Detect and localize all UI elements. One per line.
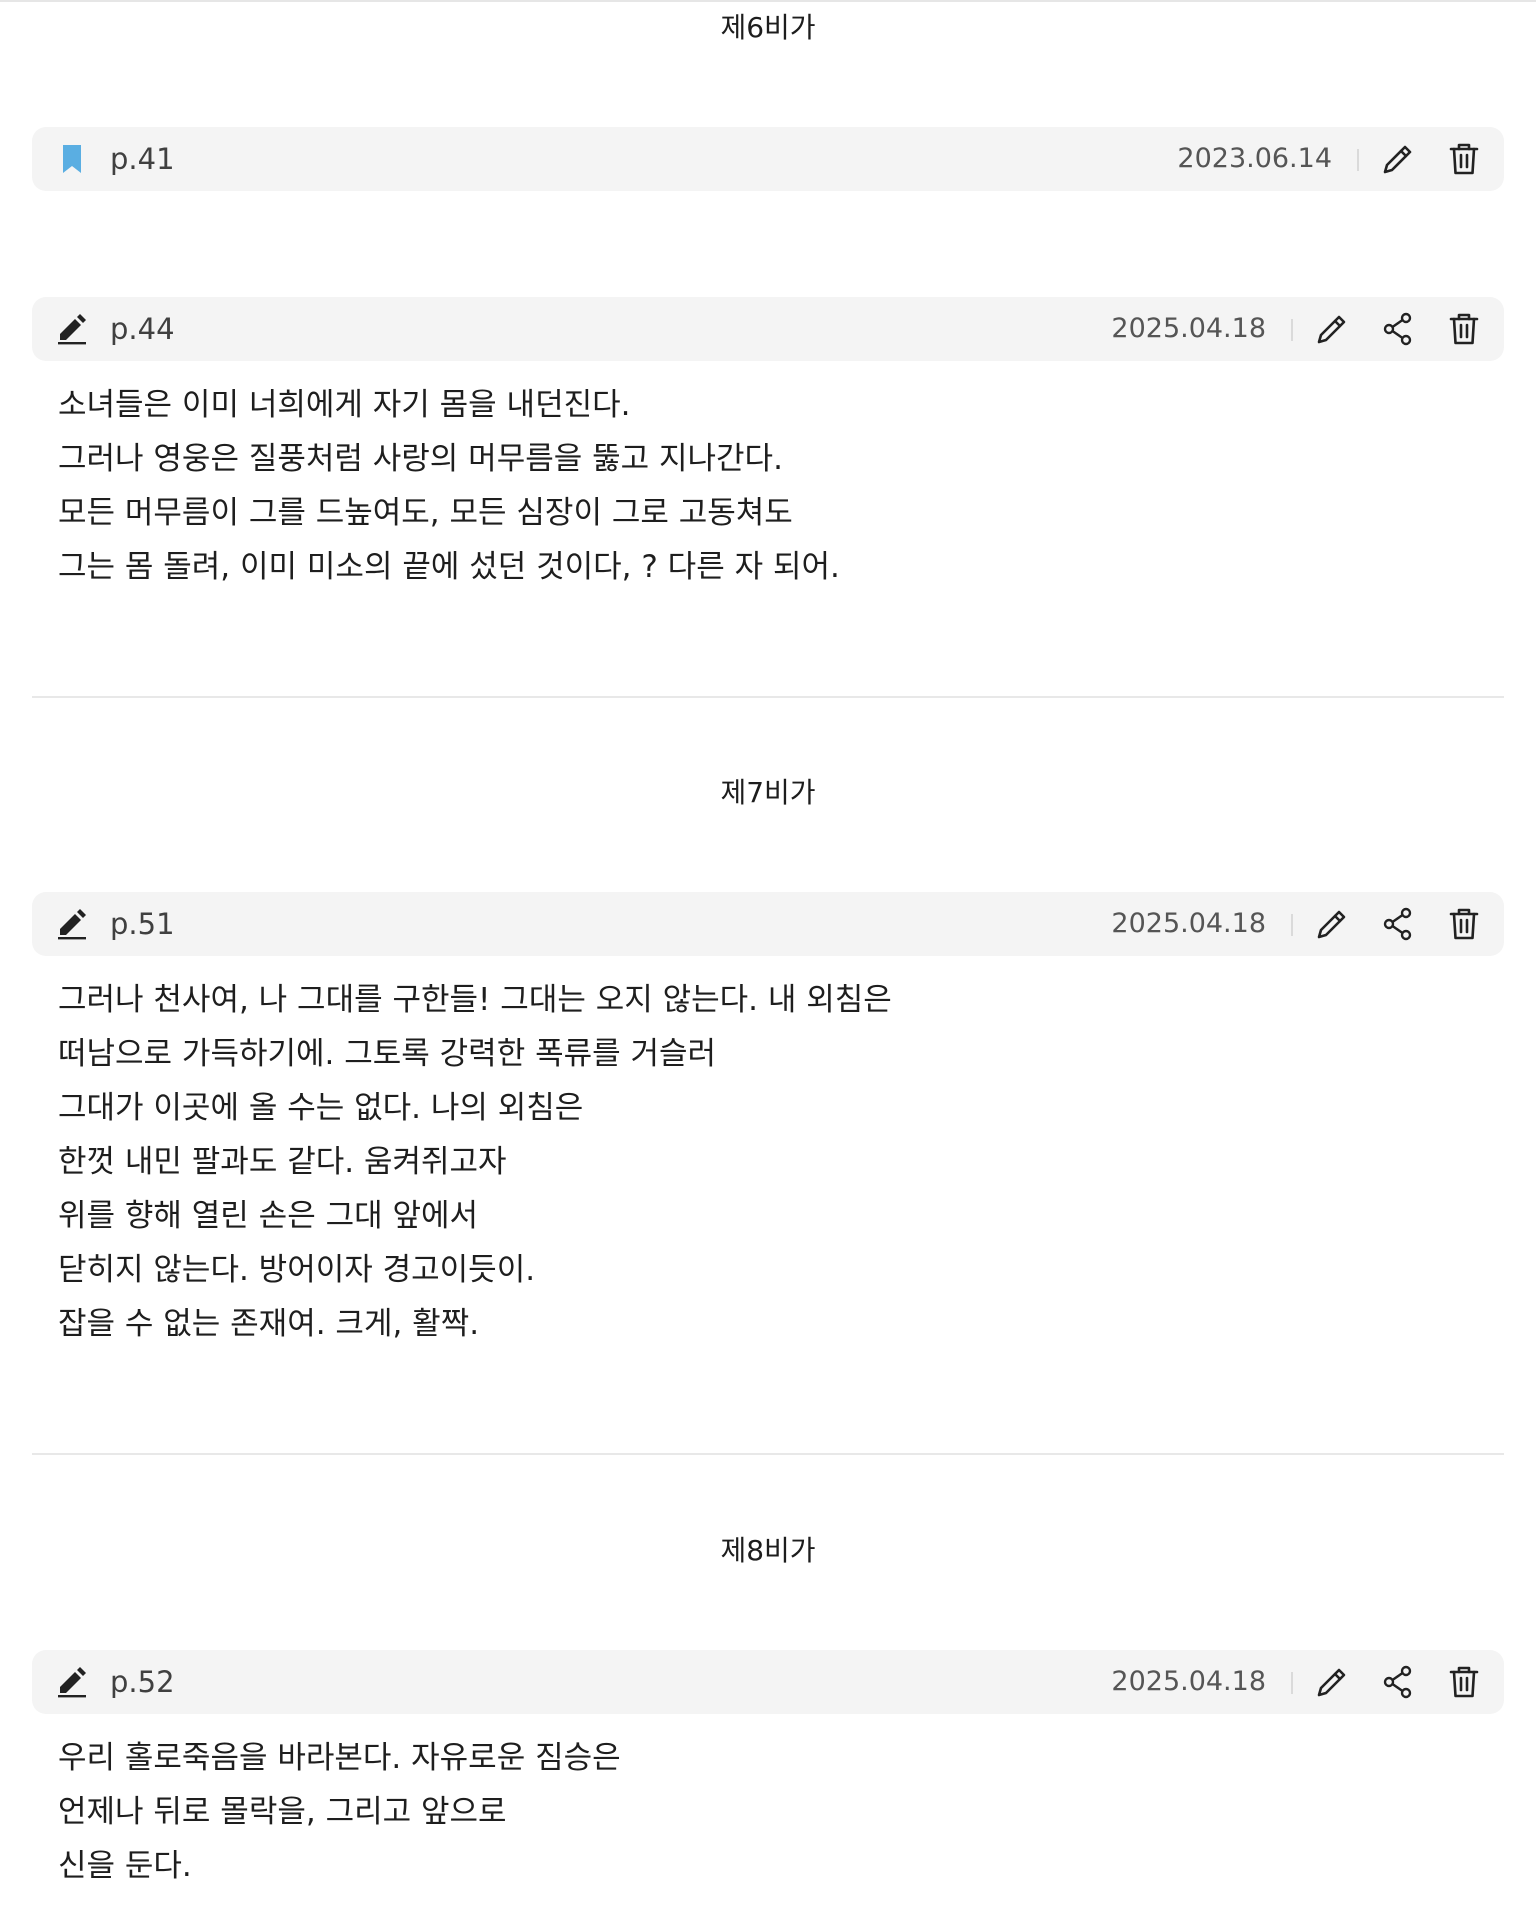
note-line: 그러나 영웅은 질풍처럼 사랑의 머무름을 뚫고 지나간다. <box>58 441 783 477</box>
edit-icon <box>1383 145 1412 174</box>
edit-button[interactable] <box>1314 311 1350 347</box>
edit-icon <box>1317 315 1346 344</box>
separator <box>1291 1672 1293 1694</box>
page-number: p.41 <box>110 142 175 176</box>
entry-date: 2025.04.18 <box>1111 908 1266 939</box>
section-title: 제6비가 <box>720 11 816 44</box>
share-button[interactable] <box>1380 906 1416 942</box>
note-line: 신을 둔다. <box>58 1848 192 1884</box>
note-line: 잡을 수 없는 존재여. 크게, 활짝. <box>58 1306 480 1342</box>
note-line: 모든 머무름이 그를 드높여도, 모든 심장이 그로 고동쳐도 <box>58 495 793 531</box>
edit-button[interactable] <box>1380 141 1416 177</box>
share-icon <box>1383 312 1412 346</box>
entry-date: 2025.04.18 <box>1111 1666 1266 1697</box>
delete-button[interactable] <box>1446 311 1482 347</box>
note-line: 그러나 천사여, 나 그대를 구한들! 그대는 오지 않는다. 내 외침은 <box>58 982 892 1018</box>
trash-icon <box>1449 313 1479 345</box>
separator <box>1291 319 1293 341</box>
share-button[interactable] <box>1380 1664 1416 1700</box>
section-title: 제8비가 <box>720 1534 816 1567</box>
note-line: 그대가 이곳에 올 수는 없다. 나의 외침은 <box>58 1090 584 1126</box>
entry-date: 2023.06.14 <box>1177 143 1332 174</box>
note-bar[interactable]: p.52 2025.04.18 <box>32 1650 1504 1714</box>
top-divider <box>0 0 1536 2</box>
note-line: 떠남으로 가득하기에. 그토록 강력한 폭류를 거슬러 <box>58 1036 717 1072</box>
note-line: 소녀들은 이미 너희에게 자기 몸을 내던진다. <box>58 387 631 423</box>
highlight-bar[interactable]: p.41 2023.06.14 <box>32 127 1504 191</box>
note-line: 한껏 내민 팔과도 같다. 움켜쥐고자 <box>58 1144 507 1180</box>
edit-icon <box>1317 910 1346 939</box>
page-number: p.51 <box>110 907 175 941</box>
edit-icon <box>1317 1668 1346 1697</box>
page-number: p.52 <box>110 1665 175 1699</box>
bookmark-icon <box>56 143 88 175</box>
note-bar[interactable]: p.51 2025.04.18 <box>32 892 1504 956</box>
note-text: 소녀들은 이미 너희에게 자기 몸을 내던진다. 그러나 영웅은 질풍처럼 사랑… <box>58 378 1458 594</box>
note-line: 닫히지 않는다. 방어이자 경고이듯이. <box>58 1252 536 1288</box>
share-button[interactable] <box>1380 311 1416 347</box>
page-number: p.44 <box>110 312 175 346</box>
delete-button[interactable] <box>1446 141 1482 177</box>
edit-button[interactable] <box>1314 906 1350 942</box>
pen-icon <box>56 313 88 345</box>
delete-button[interactable] <box>1446 906 1482 942</box>
section-divider <box>32 1453 1504 1455</box>
share-icon <box>1383 1665 1412 1699</box>
separator <box>1291 914 1293 936</box>
note-line: 위를 향해 열린 손은 그대 앞에서 <box>58 1198 479 1234</box>
note-text: 그러나 천사여, 나 그대를 구한들! 그대는 오지 않는다. 내 외침은 떠남… <box>58 973 1458 1351</box>
entry-date: 2025.04.18 <box>1111 313 1266 344</box>
trash-icon <box>1449 908 1479 940</box>
section-title: 제7비가 <box>720 776 816 809</box>
section-divider <box>32 696 1504 698</box>
separator <box>1357 149 1359 171</box>
note-line: 우리 홀로죽음을 바라본다. 자유로운 짐승은 <box>58 1740 621 1776</box>
note-line: 그는 몸 돌려, 이미 미소의 끝에 섰던 것이다, ? 다른 자 되어. <box>58 549 840 585</box>
note-bar[interactable]: p.44 2025.04.18 <box>32 297 1504 361</box>
share-icon <box>1383 907 1412 941</box>
trash-icon <box>1449 143 1479 175</box>
note-text: 우리 홀로죽음을 바라본다. 자유로운 짐승은 언제나 뒤로 몰락을, 그리고 … <box>58 1731 1458 1893</box>
pen-icon <box>56 1666 88 1698</box>
edit-button[interactable] <box>1314 1664 1350 1700</box>
pen-icon <box>56 908 88 940</box>
trash-icon <box>1449 1666 1479 1698</box>
delete-button[interactable] <box>1446 1664 1482 1700</box>
note-line: 언제나 뒤로 몰락을, 그리고 앞으로 <box>58 1794 507 1830</box>
